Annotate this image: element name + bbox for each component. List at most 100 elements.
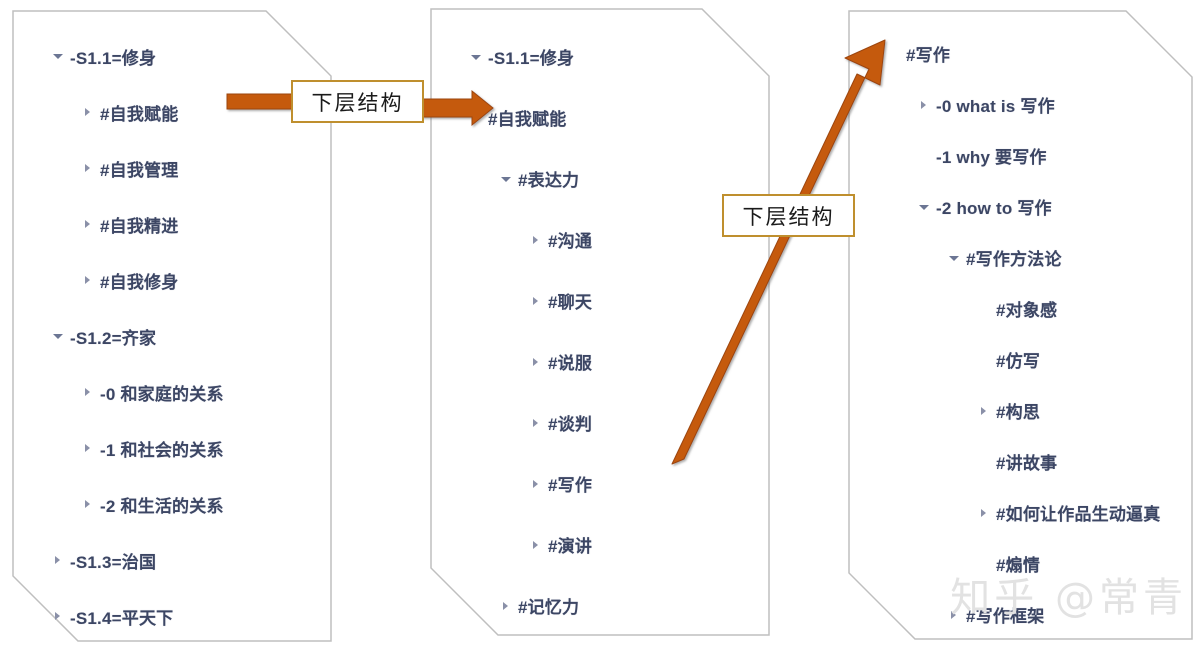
tree-row[interactable]: #仿写 [848,334,1193,385]
tree-row[interactable]: #自我赋能 [12,84,332,140]
tree-row[interactable]: -0 what is 写作 [848,79,1193,130]
chevron-down-icon[interactable] [50,329,66,343]
chevron-down-icon[interactable] [468,111,484,125]
chevron-right-icon[interactable] [80,217,96,231]
no-marker-icon [916,149,932,163]
tree-row[interactable]: -S1.4=平天下 [12,588,332,644]
outline-panel-level-1: -S1.1=修身 #自我赋能 #自我管理 #自我精进 #自我修身 -S1.2=齐家 -0 和… [12,10,332,642]
no-marker-icon [976,455,992,469]
tree-row-label: -2 和生活的关系 [100,496,224,516]
tree-row[interactable]: -S1.1=修身 [12,28,332,84]
tree-row[interactable]: #沟通 [430,209,770,270]
chevron-right-icon[interactable] [528,355,544,369]
tree-row[interactable]: #自我管理 [12,140,332,196]
chevron-down-icon[interactable] [946,251,962,265]
chevron-right-icon[interactable] [80,161,96,175]
tree-row-label: #仿写 [996,352,1041,371]
chevron-down-icon[interactable] [50,49,66,63]
tree-row[interactable]: #讲故事 [848,436,1193,487]
tree-row[interactable]: #表达力 [430,148,770,209]
tree-row-label: -S1.1=修身 [70,48,157,68]
tree-row-label: #如何让作品生动逼真 [996,505,1161,524]
no-marker-icon [976,302,992,316]
tree-row[interactable]: #演讲 [430,514,770,575]
chevron-right-icon[interactable] [976,506,992,520]
tree-row-label: #表达力 [518,171,580,190]
chevron-right-icon[interactable] [498,599,514,613]
no-marker-icon [886,47,902,61]
tree-row[interactable]: -2 how to 写作 [848,181,1193,232]
tree-row[interactable]: #构思 [848,385,1193,436]
tree-row-label: #自我修身 [100,272,179,292]
callout-lower-structure-1: 下层结构 [291,80,424,123]
tree-row-label: #自我赋能 [488,110,567,129]
tree-row-label: #沟通 [548,232,593,251]
tree-row[interactable]: #写作方法论 [848,232,1193,283]
chevron-right-icon[interactable] [976,404,992,418]
tree-row[interactable]: -S1.3=治国 [12,532,332,588]
no-marker-icon [976,353,992,367]
tree-row-label: #自我精进 [100,216,179,236]
chevron-right-icon[interactable] [80,273,96,287]
tree-row-label: -2 how to 写作 [936,199,1052,218]
chevron-right-icon[interactable] [80,441,96,455]
tree-row[interactable]: -S1.2=齐家 [12,308,332,364]
chevron-right-icon[interactable] [80,497,96,511]
tree-row-label: -1 和社会的关系 [100,440,224,460]
tree-row[interactable]: -1 和社会的关系 [12,420,332,476]
tree-row[interactable]: #自我精进 [12,196,332,252]
chevron-right-icon[interactable] [528,233,544,247]
tree-row[interactable]: -S1.1=修身 [430,26,770,87]
outline-panel-level-2: -S1.1=修身 #自我赋能 #表达力 #沟通 #聊天 #说服 #谈判 #写作 #演讲 #记忆力 [430,8,770,636]
chevron-right-icon[interactable] [50,609,66,623]
chevron-down-icon[interactable] [498,172,514,186]
tree-row[interactable]: #记忆力 [430,575,770,636]
outline-tree: #写作 -0 what is 写作 -1 why 要写作 -2 how to 写作 #写… [848,10,1193,640]
tree-row-label: -1 why 要写作 [936,148,1047,167]
chevron-right-icon[interactable] [50,553,66,567]
chevron-right-icon[interactable] [528,416,544,430]
outline-tree: -S1.1=修身 #自我赋能 #表达力 #沟通 #聊天 #说服 #谈判 #写作 #演讲 #记忆力 [430,8,770,636]
tree-row[interactable]: #自我赋能 [430,87,770,148]
tree-row-label: #构思 [996,403,1041,422]
tree-row-label: #写作 [548,476,593,495]
outline-tree: -S1.1=修身 #自我赋能 #自我管理 #自我精进 #自我修身 -S1.2=齐家 -0 和… [12,10,332,642]
tree-row-label: #演讲 [548,537,593,556]
tree-row[interactable]: -1 why 要写作 [848,130,1193,181]
tree-row-label: -0 what is 写作 [936,97,1055,116]
chevron-right-icon[interactable] [528,477,544,491]
tree-row[interactable]: #写作 [430,453,770,514]
chevron-down-icon[interactable] [468,50,484,64]
tree-row-label: #说服 [548,354,593,373]
tree-row[interactable]: #说服 [430,331,770,392]
tree-row[interactable]: #如何让作品生动逼真 [848,487,1193,538]
chevron-right-icon[interactable] [916,98,932,112]
callout-lower-structure-2: 下层结构 [722,194,855,237]
tree-row-label: -S1.4=平天下 [70,608,174,628]
chevron-down-icon[interactable] [916,200,932,214]
tree-row-label: -S1.1=修身 [488,49,575,68]
tree-row-label: -0 和家庭的关系 [100,384,224,404]
tree-row-label: #写作 [906,46,951,65]
tree-row[interactable]: #写作 [848,28,1193,79]
tree-row-label: #自我赋能 [100,104,179,124]
tree-row-label: #自我管理 [100,160,179,180]
chevron-right-icon[interactable] [80,105,96,119]
tree-row-label: #记忆力 [518,598,580,617]
outline-panel-level-3: #写作 -0 what is 写作 -1 why 要写作 -2 how to 写作 #写… [848,10,1193,640]
tree-row-label: #写作方法论 [966,250,1062,269]
tree-row[interactable]: #谈判 [430,392,770,453]
tree-row[interactable]: #自我修身 [12,252,332,308]
chevron-right-icon[interactable] [80,385,96,399]
tree-row-label: -S1.3=治国 [70,552,157,572]
tree-row[interactable]: -2 和生活的关系 [12,476,332,532]
tree-row-label: #聊天 [548,293,593,312]
tree-row-label: -S1.2=齐家 [70,328,157,348]
tree-row[interactable]: #对象感 [848,283,1193,334]
tree-row-label: #谈判 [548,415,593,434]
tree-row[interactable]: -0 和家庭的关系 [12,364,332,420]
chevron-right-icon[interactable] [528,294,544,308]
tree-row-label: #讲故事 [996,454,1058,473]
tree-row[interactable]: #聊天 [430,270,770,331]
chevron-right-icon[interactable] [528,538,544,552]
